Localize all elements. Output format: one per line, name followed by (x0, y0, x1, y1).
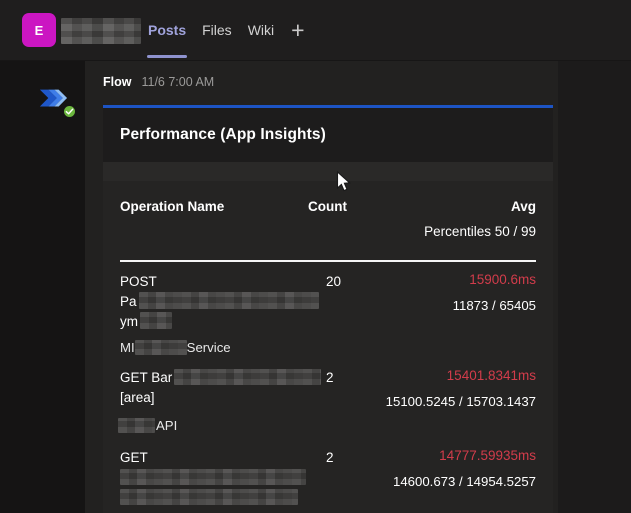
operation-name-cell: GET (120, 448, 319, 508)
avg-value: 14777.59935ms (361, 448, 536, 464)
redacted-text (120, 469, 306, 485)
percentiles-value: 14600.673 / 14954.5257 (361, 474, 536, 490)
redacted-text (120, 489, 298, 505)
checkmark-presence-icon (62, 104, 77, 119)
table-row: GET 2 14777.59935ms 14600.673 / 14954.52… (120, 448, 536, 508)
redacted-text (118, 418, 155, 433)
percentiles-value: 11873 / 65405 (361, 298, 536, 314)
percentiles-value: 15100.5245 / 15703.1437 (361, 394, 536, 410)
operation-path: [area] (120, 390, 155, 405)
operation-path-prefix: Pa (120, 294, 137, 309)
tab-wiki[interactable]: Wiki (240, 0, 282, 60)
service-prefix: MI (120, 339, 135, 356)
count-cell: 2 (319, 448, 361, 508)
operation-method: POST (120, 274, 157, 289)
card-divider-band (103, 162, 553, 181)
service-name-row: MI Service (120, 339, 536, 356)
table-separator (120, 260, 536, 262)
channel-header: E Posts Files Wiki + (0, 0, 631, 61)
avg-value: 15900.6ms (361, 272, 536, 288)
metrics-cell: 15900.6ms 11873 / 65405 (361, 272, 536, 332)
message-header: Flow 11/6 7:00 AM (103, 75, 214, 89)
redacted-text (140, 312, 172, 329)
operation-name-cell: GET Bar [area] (120, 368, 319, 410)
metrics-cell: 15401.8341ms 15100.5245 / 15703.1437 (361, 368, 536, 410)
redacted-text (174, 369, 321, 385)
table-row: GET Bar [area] 2 15401.8341ms 15100.5245… (120, 368, 536, 410)
column-header-avg: Avg (368, 199, 536, 214)
card-title-section: Performance (App Insights) (103, 108, 553, 162)
table-row: POST Pa ym 20 15900.6ms 11873 / 65405 (120, 272, 536, 332)
left-gutter (0, 61, 85, 513)
redacted-text (139, 292, 319, 309)
metrics-cell: 14777.59935ms 14600.673 / 14954.5257 (361, 448, 536, 508)
team-avatar[interactable]: E (22, 13, 56, 47)
channel-tabs: Posts Files Wiki + (140, 0, 314, 60)
avg-value: 15401.8341ms (361, 368, 536, 384)
add-tab-button[interactable]: + (282, 0, 313, 60)
message-panel: Flow 11/6 7:00 AM Performance (App Insig… (85, 61, 558, 513)
service-suffix: Service (187, 339, 231, 356)
teams-window: E Posts Files Wiki + Flow 11/6 7:00 AM (0, 0, 631, 513)
message-timestamp: 11/6 7:00 AM (141, 75, 214, 89)
service-suffix: API (156, 417, 177, 434)
message-sender[interactable]: Flow (103, 75, 131, 89)
tab-files[interactable]: Files (194, 0, 240, 60)
table-header-row: Operation Name Count Avg (120, 181, 536, 214)
operation-name-cell: POST Pa ym (120, 272, 319, 332)
count-cell: 2 (319, 368, 361, 410)
column-header-count: Count (308, 199, 368, 214)
operation-method: GET (120, 450, 148, 465)
column-header-operation-name: Operation Name (120, 199, 308, 214)
team-name-redacted (61, 18, 141, 44)
performance-table: Operation Name Count Avg Percentiles 50 … (103, 181, 553, 513)
tab-posts[interactable]: Posts (140, 0, 194, 60)
adaptive-card: Performance (App Insights) Operation Nam… (103, 105, 553, 513)
service-name-row: API (120, 417, 536, 434)
operation-method: GET Bar (120, 370, 172, 385)
count-cell: 20 (319, 272, 361, 332)
operation-path-prefix: ym (120, 314, 138, 329)
card-title: Performance (App Insights) (120, 126, 326, 144)
redacted-text (135, 340, 187, 355)
column-header-percentiles: Percentiles 50 / 99 (120, 224, 536, 239)
